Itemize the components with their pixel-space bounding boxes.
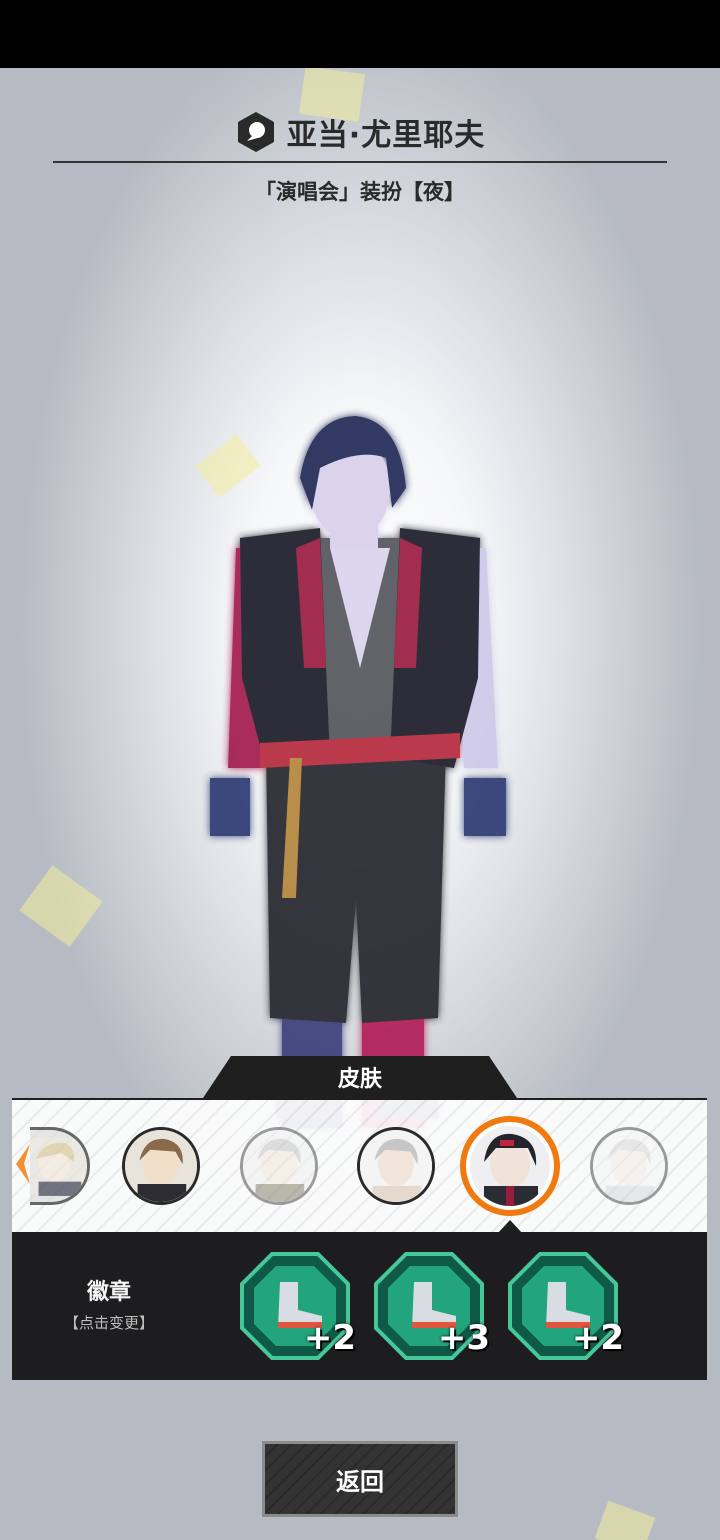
- title-divider: [53, 161, 667, 163]
- badge-slot-2[interactable]: +3: [374, 1252, 490, 1360]
- confetti-decoration: [594, 1500, 656, 1540]
- skin-avatar[interactable]: [122, 1127, 200, 1205]
- confetti-decoration: [19, 865, 103, 947]
- skin-avatar[interactable]: [590, 1127, 668, 1205]
- skin-avatar[interactable]: [357, 1127, 435, 1205]
- badge-label: 徽章: [87, 1280, 132, 1305]
- return-button-label: 返回: [336, 1467, 384, 1496]
- badge-level: +2: [303, 1318, 356, 1358]
- character-name: 亚当·尤里耶夫: [286, 118, 486, 153]
- title-row: 亚当·尤里耶夫: [0, 110, 720, 154]
- skin-avatar[interactable]: [30, 1127, 90, 1205]
- character-emblem-icon: [237, 112, 274, 152]
- tab-skin-label: 皮肤: [337, 1067, 382, 1092]
- status-bar: [0, 0, 720, 68]
- return-button[interactable]: 返回: [262, 1441, 458, 1517]
- badge-slot-3[interactable]: +2: [508, 1252, 624, 1360]
- character-stage: 亚当·尤里耶夫 「演唱会」装扮【夜】 皮肤 徽章 【点击变更】 +2 +3 +2…: [0, 68, 720, 1540]
- badge-level: +2: [571, 1318, 624, 1358]
- skin-avatar[interactable]: [240, 1127, 318, 1205]
- badge-slot-1[interactable]: +2: [240, 1252, 356, 1360]
- badge-level: +3: [437, 1318, 490, 1358]
- skin-avatar-selected[interactable]: [460, 1116, 560, 1216]
- badge-panel: 徽章 【点击变更】 +2 +3 +2: [12, 1232, 707, 1380]
- skin-selector: [12, 1098, 707, 1234]
- outfit-name: 「演唱会」装扮【夜】: [255, 180, 465, 204]
- tab-skin[interactable]: 皮肤: [203, 1056, 517, 1098]
- badge-change-hint[interactable]: 【点击变更】: [64, 1312, 154, 1333]
